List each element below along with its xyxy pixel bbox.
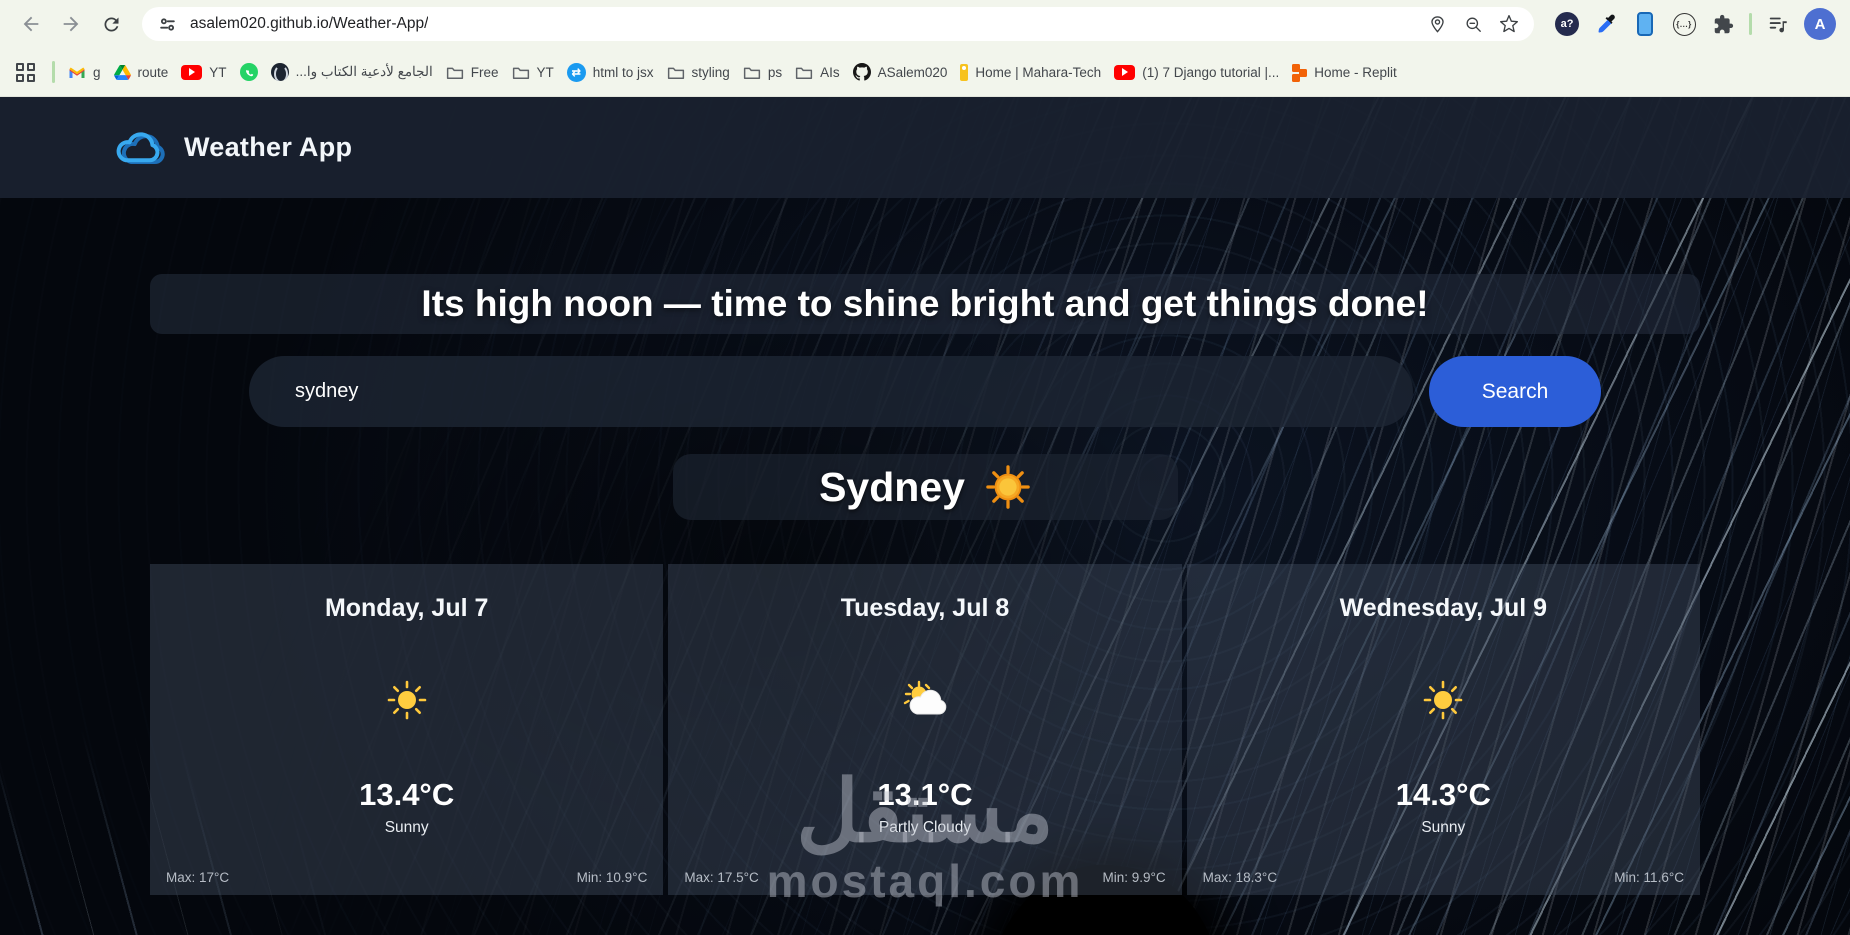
bookmark-django-video[interactable]: (1) 7 Django tutorial |... — [1114, 64, 1279, 80]
card-day: Wednesday, Jul 9 — [1339, 594, 1548, 622]
folder-icon — [446, 67, 463, 79]
eyedropper-icon[interactable] — [1593, 11, 1619, 37]
extensions-cluster: a? {...} A — [1548, 8, 1836, 40]
card-condition: Sunny — [384, 819, 429, 836]
brand-title: Weather App — [184, 132, 353, 162]
browser-toolbar: asalem020.github.io/Weather-App/ a? {...… — [0, 0, 1850, 48]
browser-window: asalem020.github.io/Weather-App/ a? {...… — [0, 0, 1850, 935]
bookmark-whatsapp[interactable] — [239, 63, 258, 81]
card-max-temp: Max: 17.5°C — [684, 870, 759, 885]
bookmark-replit[interactable]: Home - Replit — [1292, 63, 1397, 82]
github-icon — [852, 63, 871, 81]
card-day: Tuesday, Jul 8 — [840, 594, 1010, 622]
playlist-icon[interactable] — [1765, 11, 1791, 37]
location-pin-icon[interactable] — [1424, 11, 1450, 37]
cloud-logo-icon — [116, 131, 165, 164]
zoom-out-icon[interactable] — [1460, 11, 1486, 37]
site-info-icon[interactable] — [154, 11, 180, 37]
address-bar[interactable]: asalem020.github.io/Weather-App/ — [142, 7, 1534, 41]
folder-icon — [795, 67, 813, 79]
sun-icon — [1424, 680, 1463, 720]
phone-extension-icon[interactable] — [1632, 11, 1658, 37]
city-name: Sydney — [819, 463, 965, 510]
forecast-card: Monday, Jul 7 13.4°C Sunny Max: 17°C Min… — [150, 564, 664, 895]
youtube-icon — [181, 64, 203, 80]
bookmark-mahara[interactable]: Home | Mahara-Tech — [960, 63, 1101, 81]
city-heading: Sydney — [672, 454, 1178, 520]
bookmark-github[interactable]: ASalem020 — [852, 63, 947, 81]
folder-icon — [667, 67, 684, 79]
refresh-icon[interactable] — [94, 7, 128, 41]
hero-message: Its high noon — time to shine bright and… — [421, 283, 1429, 324]
bookmark-folder-styling[interactable]: styling — [667, 65, 730, 80]
whatsapp-icon — [239, 63, 258, 81]
hero-banner: Its high noon — time to shine bright and… — [150, 274, 1700, 334]
card-temperature: 13.4°C — [359, 777, 455, 812]
card-min-temp: Min: 9.9°C — [1102, 870, 1166, 885]
bookmark-folder-free[interactable]: Free — [446, 65, 499, 80]
search-row: Search — [249, 356, 1601, 427]
url-text: asalem020.github.io/Weather-App/ — [190, 15, 429, 32]
replit-icon — [1292, 63, 1308, 82]
partly-cloudy-icon — [903, 680, 947, 715]
answers-extension-icon[interactable]: a? — [1554, 11, 1580, 37]
card-min-temp: Min: 10.9°C — [576, 870, 648, 885]
gmail-icon — [69, 67, 85, 78]
forecast-card: Wednesday, Jul 9 14.3°C Sunny Max: 18.3°… — [1186, 564, 1700, 895]
search-button[interactable]: Search — [1429, 356, 1601, 427]
bookmark-folder-yt[interactable]: YT — [512, 65, 554, 80]
toolbar-separator — [1749, 13, 1752, 35]
bookmark-star-icon[interactable] — [1496, 11, 1522, 37]
card-max-temp: Max: 18.3°C — [1202, 870, 1278, 885]
mahara-icon — [960, 63, 969, 81]
swap-icon: ⇄ — [566, 62, 586, 82]
bookmark-folder-ps[interactable]: ps — [743, 65, 782, 80]
page-viewport: Weather App Its high noon — time to shin… — [0, 97, 1850, 935]
folder-icon — [512, 67, 529, 79]
apps-grid-icon[interactable] — [16, 62, 35, 82]
bookmarks-separator — [52, 61, 55, 83]
sun-icon — [986, 465, 1030, 509]
braces-extension-icon[interactable]: {...} — [1671, 11, 1697, 37]
back-icon[interactable] — [14, 7, 48, 41]
card-day: Monday, Jul 7 — [324, 594, 489, 622]
bookmark-arabic-site[interactable]: الجامع لأدعية الكتاب وا... — [270, 63, 433, 81]
sun-icon — [387, 680, 426, 720]
globe-icon — [270, 63, 289, 81]
forward-icon[interactable] — [54, 7, 88, 41]
bookmark-gmail[interactable]: g — [68, 65, 101, 80]
card-condition: Partly Cloudy — [878, 819, 972, 836]
drive-icon — [113, 64, 131, 80]
bookmark-folder-ais[interactable]: AIs — [795, 65, 840, 80]
bookmark-drive[interactable]: route — [113, 64, 168, 80]
youtube-icon — [1114, 64, 1136, 80]
bookmarks-bar: g route YT الجامع لأدعية الكتاب وا... Fr… — [0, 48, 1850, 97]
bookmark-youtube[interactable]: YT — [181, 64, 227, 80]
card-min-temp: Min: 11.6°C — [1614, 870, 1684, 885]
forecast-cards: Monday, Jul 7 13.4°C Sunny Max: 17°C Min… — [150, 564, 1700, 895]
city-search-input[interactable] — [249, 356, 1413, 427]
folder-icon — [743, 67, 760, 79]
extensions-puzzle-icon[interactable] — [1710, 11, 1736, 37]
weather-app-navbar: Weather App — [0, 97, 1850, 198]
forecast-card: Tuesday, Jul 8 13.1°C Partly Cloudy Max:… — [668, 564, 1182, 895]
card-temperature: 14.3°C — [1395, 777, 1491, 812]
card-temperature: 13.1°C — [877, 777, 973, 812]
bookmark-html-to-jsx[interactable]: ⇄ html to jsx — [566, 62, 654, 82]
profile-avatar[interactable]: A — [1804, 8, 1836, 40]
card-max-temp: Max: 17°C — [166, 870, 230, 885]
card-condition: Sunny — [1421, 819, 1466, 836]
